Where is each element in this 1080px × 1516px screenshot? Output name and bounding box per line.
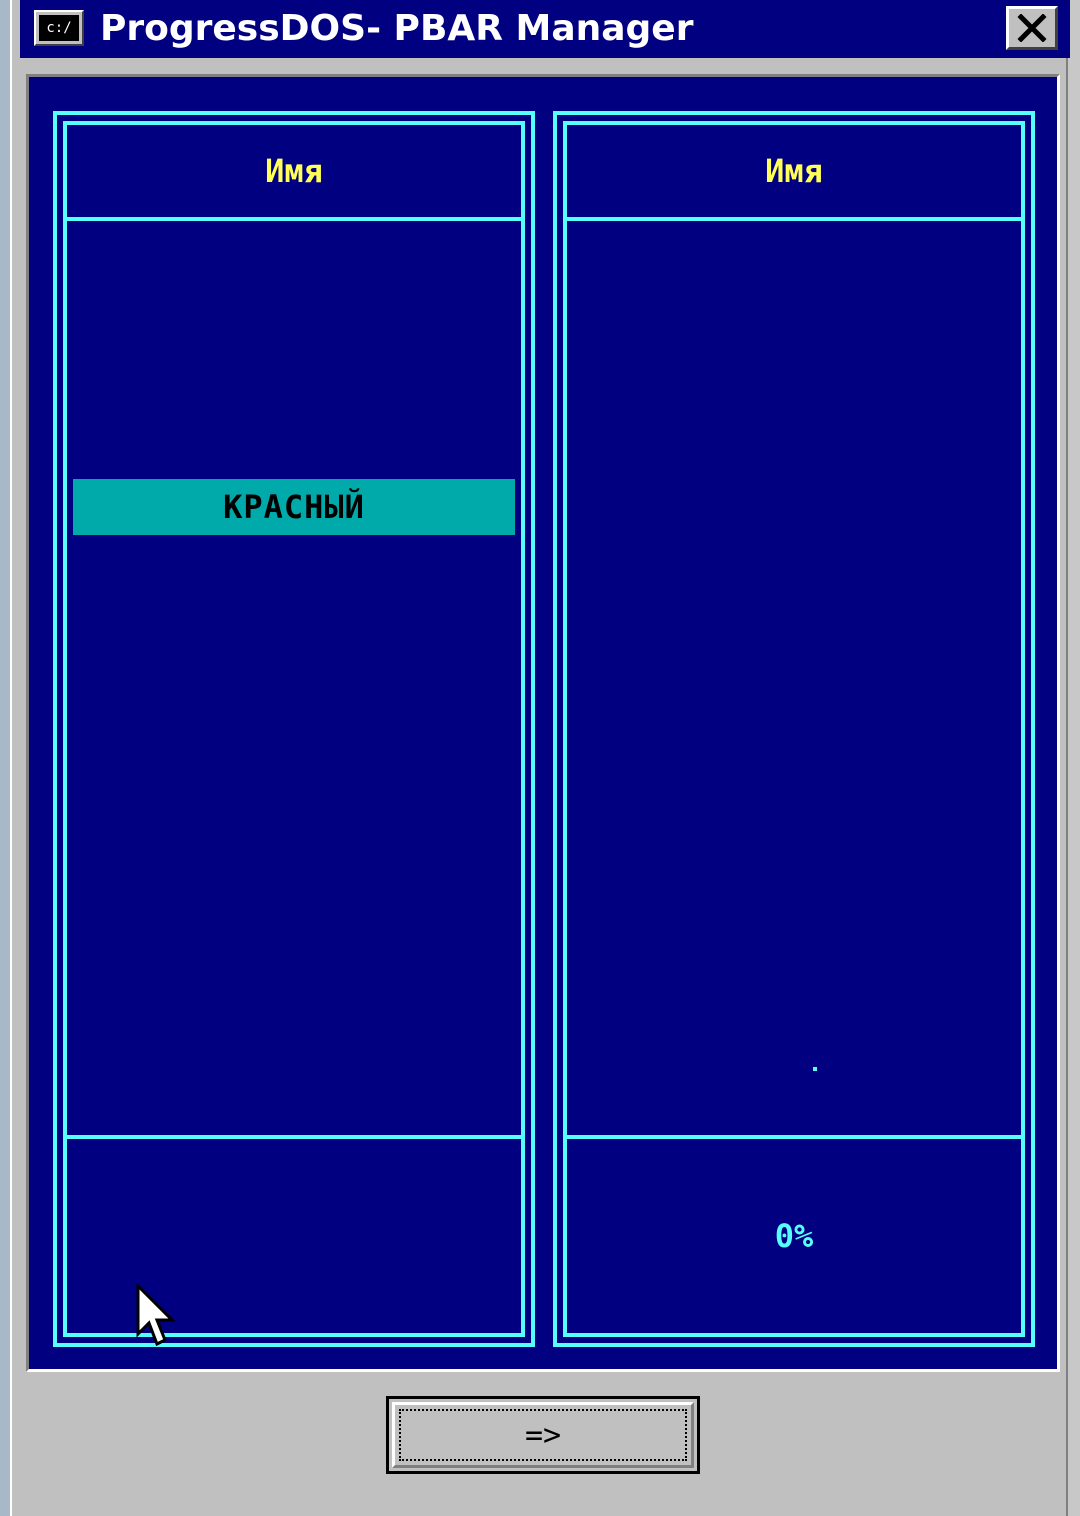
stray-pixel [813, 1067, 817, 1071]
move-right-button-bevel: => [392, 1402, 694, 1468]
right-panel-list[interactable] [567, 221, 1021, 1139]
msdos-prompt-icon[interactable]: c:/ [34, 10, 84, 46]
title-bar[interactable]: c:/ ProgressDOS- PBAR Manager [20, 0, 1070, 58]
right-panel-header: Имя [567, 125, 1021, 221]
dos-client-area: Имя КРАСНЫЙ Имя 0% [26, 74, 1060, 1372]
pbar-manager-window: c:/ ProgressDOS- PBAR Manager Имя КРАСНЫ… [10, 0, 1070, 1516]
progress-percent: 0% [774, 1217, 814, 1255]
list-item-selected[interactable]: КРАСНЫЙ [73, 479, 515, 535]
desktop-background-right [1068, 0, 1080, 1516]
left-panel: Имя КРАСНЫЙ [53, 111, 535, 1347]
right-panel: Имя 0% [553, 111, 1035, 1347]
window-title: ProgressDOS- PBAR Manager [100, 8, 694, 49]
left-panel-header: Имя [67, 125, 521, 221]
close-button[interactable] [1006, 6, 1058, 50]
move-right-button-label: => [399, 1409, 687, 1461]
left-panel-frame: Имя КРАСНЫЙ [63, 121, 525, 1337]
desktop-background [0, 0, 10, 1516]
move-right-button[interactable]: => [386, 1396, 700, 1474]
left-panel-list[interactable]: КРАСНЫЙ [67, 221, 521, 1139]
right-panel-frame: Имя 0% [563, 121, 1025, 1337]
close-x-icon [1017, 14, 1047, 42]
msdos-prompt-icon-text: c:/ [39, 15, 79, 41]
mouse-pointer-icon [136, 1284, 176, 1347]
